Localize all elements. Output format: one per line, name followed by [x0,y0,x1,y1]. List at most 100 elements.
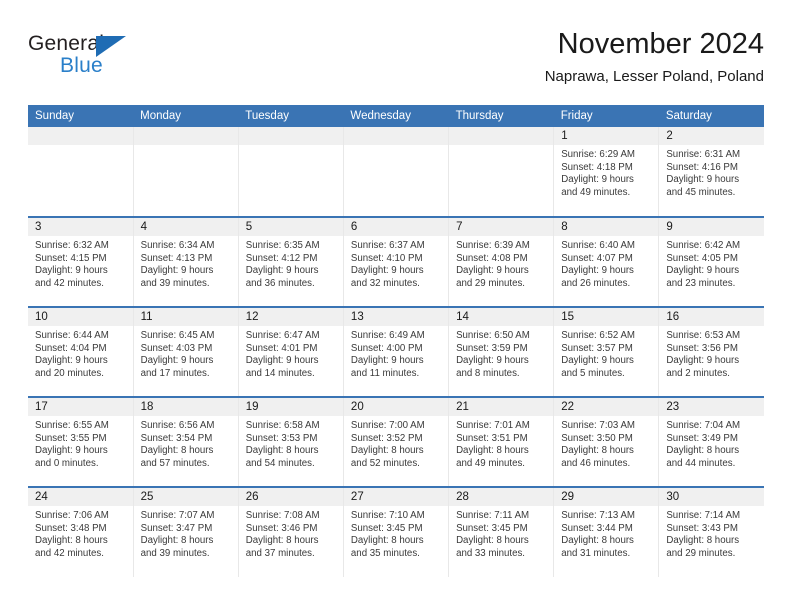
daylight-duration-line-2: and 29 minutes. [666,547,736,559]
page-subtitle: Naprawa, Lesser Poland, Poland [544,68,764,85]
sunrise-time: Sunrise: 7:14 AM [666,510,741,521]
sunset-time: Sunset: 3:52 PM [350,432,423,444]
daylight-duration-line-1: Daylight: 9 hours [666,174,740,186]
weekday-header-tuesday: Tuesday [245,110,289,122]
calendar-day-cell[interactable]: 19 Sunrise: 6:58 AM Sunset: 3:53 PM Dayligh… [238,397,344,487]
daylight-duration-line-2: and 49 minutes. [456,457,525,469]
calendar-day-cell[interactable]: 6 Sunrise: 6:37 AM Sunset: 4:10 PM Daylight… [343,217,450,307]
daylight-duration-line-2: and 52 minutes. [350,457,420,469]
day-number: 1 [554,127,659,145]
day-number: 15 [554,308,659,326]
brand-logo[interactable]: General Blue [28,32,148,84]
calendar-day-cell[interactable]: 16 Sunrise: 6:53 AM Sunset: 3:56 PM Dayligh… [658,307,764,397]
sunrise-time: Sunrise: 6:53 AM [666,330,741,341]
calendar-day-cell[interactable]: 9 Sunrise: 6:42 AM Sunset: 4:05 PM Daylight… [658,217,764,307]
calendar-day-cell[interactable]: 25 Sunrise: 7:07 AM Sunset: 3:47 PM Dayligh… [133,487,239,577]
daylight-duration-line-2: and 45 minutes. [666,186,736,198]
calendar-day-cell[interactable]: 3 Sunrise: 6:32 AM Sunset: 4:15 PM Daylight… [28,217,134,307]
day-number [238,127,343,145]
day-details: Sunrise: 6:29 AM Sunset: 4:18 PM Daylight:… [554,145,658,199]
daylight-duration-line-2: and 32 minutes. [350,277,420,289]
day-details: Sunrise: 7:06 AM Sunset: 3:48 PM Daylight:… [28,506,133,560]
calendar-empty-cell [133,127,239,217]
sunset-time: Sunset: 3:51 PM [456,432,528,444]
calendar-day-cell[interactable]: 24 Sunrise: 7:06 AM Sunset: 3:48 PM Dayligh… [28,487,134,577]
sunset-time: Sunset: 4:05 PM [666,252,738,264]
day-details: Sunrise: 6:37 AM Sunset: 4:10 PM Daylight:… [344,236,448,290]
day-details: Sunrise: 7:14 AM Sunset: 3:43 PM Daylight:… [659,506,764,560]
daylight-duration-line-2: and 57 minutes. [140,457,210,469]
calendar-day-cell[interactable]: 15 Sunrise: 6:52 AM Sunset: 3:57 PM Dayligh… [553,307,660,397]
sunset-time: Sunset: 3:59 PM [456,342,528,354]
day-number: 13 [343,308,449,326]
sunset-time: Sunset: 4:08 PM [456,252,528,264]
daylight-duration-line-1: Daylight: 8 hours [456,535,529,547]
day-details: Sunrise: 6:55 AM Sunset: 3:55 PM Daylight:… [28,416,133,470]
calendar-body: 1 Sunrise: 6:29 AM Sunset: 4:18 PM Daylight… [28,127,764,577]
day-details: Sunrise: 6:34 AM Sunset: 4:13 PM Daylight:… [134,236,238,290]
daylight-duration-line-2: and 14 minutes. [245,367,315,379]
page-header: General Blue November 2024 Naprawa, Less… [28,26,764,98]
daylight-duration-line-1: Daylight: 8 hours [456,445,529,457]
calendar-day-cell[interactable]: 12 Sunrise: 6:47 AM Sunset: 4:01 PM Dayligh… [238,307,344,397]
sunrise-time: Sunrise: 7:00 AM [350,420,425,431]
daylight-duration-line-1: Daylight: 8 hours [666,535,740,547]
sunrise-time: Sunrise: 6:32 AM [35,240,109,251]
calendar-day-cell[interactable]: 18 Sunrise: 6:56 AM Sunset: 3:54 PM Dayligh… [133,397,239,487]
day-number: 21 [449,398,554,416]
title-block: November 2024 Naprawa, Lesser Poland, Po… [545,26,764,88]
calendar-day-cell[interactable]: 13 Sunrise: 6:49 AM Sunset: 4:00 PM Dayligh… [343,307,450,397]
calendar-day-cell[interactable]: 29 Sunrise: 7:13 AM Sunset: 3:44 PM Dayligh… [553,487,660,577]
page-title: November 2024 [557,28,764,60]
sunrise-time: Sunrise: 6:39 AM [456,240,530,251]
sunrise-time: Sunrise: 6:37 AM [350,240,425,251]
calendar-day-cell[interactable]: 2 Sunrise: 6:31 AM Sunset: 4:16 PM Daylight… [658,127,764,217]
sunrise-time: Sunrise: 7:07 AM [140,510,215,521]
calendar-day-cell[interactable]: 23 Sunrise: 7:04 AM Sunset: 3:49 PM Dayligh… [658,397,764,487]
calendar-week-row: 10 Sunrise: 6:44 AM Sunset: 4:04 PM Dayligh… [28,307,764,397]
calendar-day-cell[interactable]: 20 Sunrise: 7:00 AM Sunset: 3:52 PM Dayligh… [343,397,450,487]
calendar-day-cell[interactable]: 5 Sunrise: 6:35 AM Sunset: 4:12 PM Daylight… [238,217,344,307]
calendar-day-cell[interactable]: 7 Sunrise: 6:39 AM Sunset: 4:08 PM Daylight… [448,217,555,307]
calendar-day-cell[interactable]: 4 Sunrise: 6:34 AM Sunset: 4:13 PM Daylight… [133,217,239,307]
daylight-duration-line-1: Daylight: 9 hours [35,265,108,277]
daylight-duration-line-1: Daylight: 9 hours [561,355,634,367]
calendar-empty-cell [28,127,134,217]
sunrise-time: Sunrise: 6:31 AM [666,149,741,160]
calendar-day-cell[interactable]: 17 Sunrise: 6:55 AM Sunset: 3:55 PM Dayligh… [28,397,134,487]
sunset-time: Sunset: 3:47 PM [140,522,213,534]
calendar-day-cell[interactable]: 27 Sunrise: 7:10 AM Sunset: 3:45 PM Dayligh… [343,487,450,577]
sunrise-time: Sunrise: 6:29 AM [561,149,635,160]
calendar-day-cell[interactable]: 26 Sunrise: 7:08 AM Sunset: 3:46 PM Dayligh… [238,487,344,577]
daylight-duration-line-2: and 31 minutes. [561,547,631,559]
day-details: Sunrise: 6:42 AM Sunset: 4:05 PM Daylight:… [659,236,764,290]
day-details: Sunrise: 6:50 AM Sunset: 3:59 PM Daylight:… [449,326,553,380]
day-details: Sunrise: 6:45 AM Sunset: 4:03 PM Daylight:… [134,326,238,380]
daylight-duration-line-1: Daylight: 9 hours [666,265,740,277]
day-number: 25 [133,488,238,506]
calendar-day-cell[interactable]: 22 Sunrise: 7:03 AM Sunset: 3:50 PM Dayligh… [553,397,660,487]
calendar-day-cell[interactable]: 1 Sunrise: 6:29 AM Sunset: 4:18 PM Daylight… [553,127,660,217]
daylight-duration-line-2: and 39 minutes. [140,277,210,289]
calendar-day-cell[interactable]: 8 Sunrise: 6:40 AM Sunset: 4:07 PM Daylight… [553,217,660,307]
day-details: Sunrise: 7:10 AM Sunset: 3:45 PM Daylight:… [344,506,448,560]
day-details: Sunrise: 7:07 AM Sunset: 3:47 PM Daylight:… [134,506,238,560]
calendar-day-cell[interactable]: 10 Sunrise: 6:44 AM Sunset: 4:04 PM Dayligh… [28,307,134,397]
calendar-day-cell[interactable]: 30 Sunrise: 7:14 AM Sunset: 3:43 PM Dayligh… [658,487,764,577]
calendar-day-cell[interactable]: 14 Sunrise: 6:50 AM Sunset: 3:59 PM Dayligh… [448,307,555,397]
sunrise-time: Sunrise: 6:44 AM [35,330,109,341]
day-details: Sunrise: 6:58 AM Sunset: 3:53 PM Daylight:… [239,416,343,470]
sunrise-time: Sunrise: 6:45 AM [140,330,215,341]
calendar-day-cell[interactable]: 28 Sunrise: 7:11 AM Sunset: 3:45 PM Dayligh… [448,487,555,577]
daylight-duration-line-1: Daylight: 8 hours [35,535,108,547]
calendar-week-row: 17 Sunrise: 6:55 AM Sunset: 3:55 PM Dayligh… [28,397,764,487]
day-details: Sunrise: 6:53 AM Sunset: 3:56 PM Daylight:… [659,326,764,380]
day-number: 19 [238,398,343,416]
calendar-day-cell[interactable]: 21 Sunrise: 7:01 AM Sunset: 3:51 PM Dayligh… [448,397,555,487]
day-details: Sunrise: 6:39 AM Sunset: 4:08 PM Daylight:… [449,236,553,290]
weekday-header-row: Sunday Monday Tuesday Wednesday Thursday… [28,105,764,127]
daylight-duration-line-1: Daylight: 9 hours [561,174,634,186]
weekday-header-friday: Friday [560,110,593,122]
calendar-day-cell[interactable]: 11 Sunrise: 6:45 AM Sunset: 4:03 PM Dayligh… [133,307,239,397]
day-number: 12 [238,308,343,326]
